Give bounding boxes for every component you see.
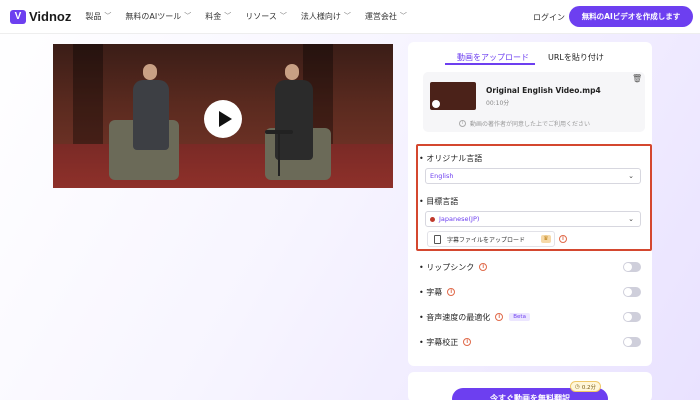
video-thumbnail[interactable] (430, 82, 476, 110)
chevron-down-icon: ⌄ (628, 215, 634, 223)
trash-icon[interactable]: 🗑 (632, 74, 642, 83)
main-nav: 製品 ﹀ 無料のAIツール ﹀ 料金 ﹀ リソース ﹀ 法人様向け ﹀ 運営会社 ﹀ (85, 11, 420, 22)
info-icon[interactable]: i (463, 338, 472, 346)
crown-icon: ♛ (541, 235, 551, 243)
nav-item-pricing[interactable]: 料金 ﹀ (205, 11, 231, 22)
upload-subtitle-button[interactable]: 字幕ファイルをアップロード (427, 231, 555, 247)
logo[interactable]: V Vidnoz (10, 9, 71, 24)
lip-sync-toggle[interactable] (623, 262, 641, 272)
tab-paste-url[interactable]: URLを貼り付け (548, 52, 604, 63)
chevron-down-icon: ﹀ (184, 11, 192, 20)
info-icon[interactable]: i (495, 313, 504, 321)
file-name: Original English Video.mp4 (486, 86, 601, 95)
original-language-label: • オリジナル言語 (419, 154, 483, 163)
chevron-down-icon: ﹀ (224, 11, 232, 20)
consent-note: i 動画の著作者が同意した上でご利用ください (459, 119, 590, 128)
video-player[interactable] (53, 44, 393, 188)
info-icon[interactable]: i (559, 235, 567, 243)
nav-item-company[interactable]: 運営会社 ﹀ (365, 11, 407, 22)
file-duration: 00:10分 (486, 100, 510, 107)
chevron-down-icon: ⌄ (628, 172, 634, 180)
subtitle-proofread-toggle[interactable] (623, 337, 641, 347)
logo-text: Vidnoz (29, 9, 72, 24)
person-right-head (285, 64, 299, 80)
time-cost-badge: ◷ 0.2分 (570, 381, 602, 392)
chevron-down-icon: ﹀ (279, 11, 287, 20)
info-icon[interactable]: i (447, 288, 456, 296)
beta-badge: Beta (509, 313, 530, 321)
option-lip-sync: • リップシンク i (419, 259, 488, 275)
target-language-label: • 目標言語 (419, 197, 459, 206)
option-subtitle-proofread: • 字幕校正 i (419, 334, 472, 350)
video-frame-floor (53, 144, 393, 188)
nav-item-resources[interactable]: リソース ﹀ (245, 11, 287, 22)
vidnoz-logo-icon: V (10, 9, 26, 24)
nav-item-products[interactable]: 製品 ﹀ (85, 11, 111, 22)
document-icon (434, 234, 441, 244)
stage-panel (73, 44, 103, 144)
original-language-select[interactable]: English ⌄ (425, 168, 641, 184)
person-left-head (143, 64, 157, 80)
option-speech-speed: • 音声速度の最適化 i Beta (419, 309, 530, 325)
nav-item-free-ai-tools[interactable]: 無料のAIツール ﹀ (125, 11, 191, 22)
chevron-down-icon: ﹀ (104, 11, 112, 20)
chevron-down-icon: ﹀ (343, 11, 351, 20)
toggle-knob (624, 288, 632, 296)
play-icon (218, 111, 232, 127)
tab-upload-video[interactable]: 動画をアップロード (457, 52, 529, 63)
person-right (275, 80, 313, 160)
toggle-knob (624, 263, 632, 271)
japan-flag-icon (430, 216, 435, 222)
chevron-down-icon: ﹀ (399, 11, 407, 20)
clock-icon: ◷ (575, 383, 580, 390)
active-tab-indicator (445, 63, 535, 65)
info-icon: i (459, 120, 466, 127)
top-header: V Vidnoz 製品 ﹀ 無料のAIツール ﹀ 料金 ﹀ リソース ﹀ 法人様向け ﹀ … (0, 0, 700, 34)
option-subtitles: • 字幕 i (419, 284, 456, 300)
person-left (133, 80, 169, 150)
toggle-knob (624, 313, 632, 321)
toggle-knob (624, 338, 632, 346)
play-button[interactable] (204, 100, 242, 138)
speech-speed-toggle[interactable] (623, 312, 641, 322)
subtitles-toggle[interactable] (623, 287, 641, 297)
create-video-button[interactable]: 無料のAIビデオを作成します (569, 6, 693, 27)
play-icon (432, 100, 440, 108)
nav-item-business[interactable]: 法人様向け ﹀ (301, 11, 351, 22)
side-table-leg (278, 134, 280, 176)
login-link[interactable]: ログイン (533, 12, 565, 23)
info-icon[interactable]: i (479, 263, 488, 271)
target-language-select[interactable]: Japanese(JP) ⌄ (425, 211, 641, 227)
